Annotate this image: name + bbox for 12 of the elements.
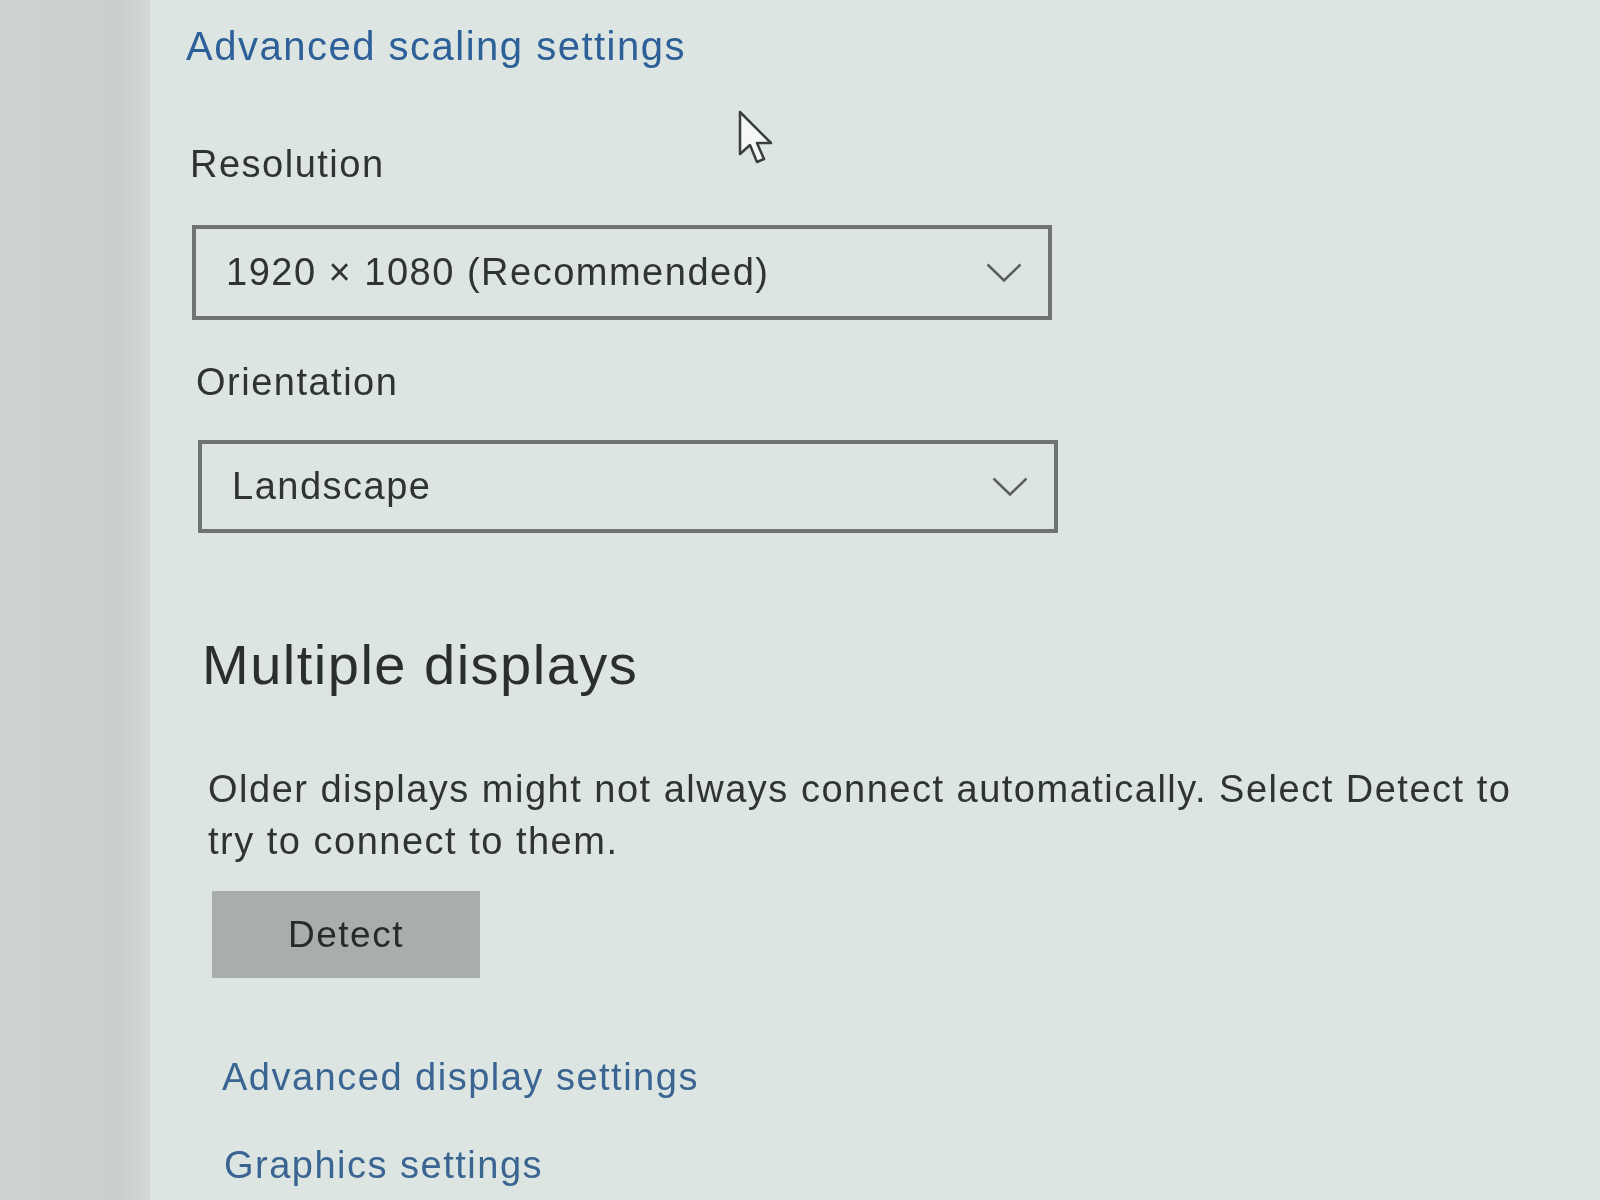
- chevron-down-icon: [986, 263, 1022, 282]
- field-label: Orientation: [196, 360, 399, 404]
- detect-button[interactable]: Detect: [212, 891, 480, 978]
- advanced-scaling-link[interactable]: Advanced scaling settings: [186, 22, 686, 70]
- settings-link[interactable]: Advanced display settings: [222, 1054, 699, 1100]
- section-heading: Multiple displays: [202, 633, 639, 697]
- settings-link[interactable]: Graphics settings: [224, 1142, 544, 1188]
- chevron-down-icon: [992, 477, 1028, 496]
- dropdown[interactable]: 1920 × 1080 (Recommended): [192, 225, 1052, 320]
- field-label: Resolution: [190, 142, 385, 186]
- dropdown[interactable]: Landscape: [198, 440, 1058, 533]
- description-text: Older displays might not always connect automatically. Select Detect to try to connect to them.: [208, 767, 1513, 864]
